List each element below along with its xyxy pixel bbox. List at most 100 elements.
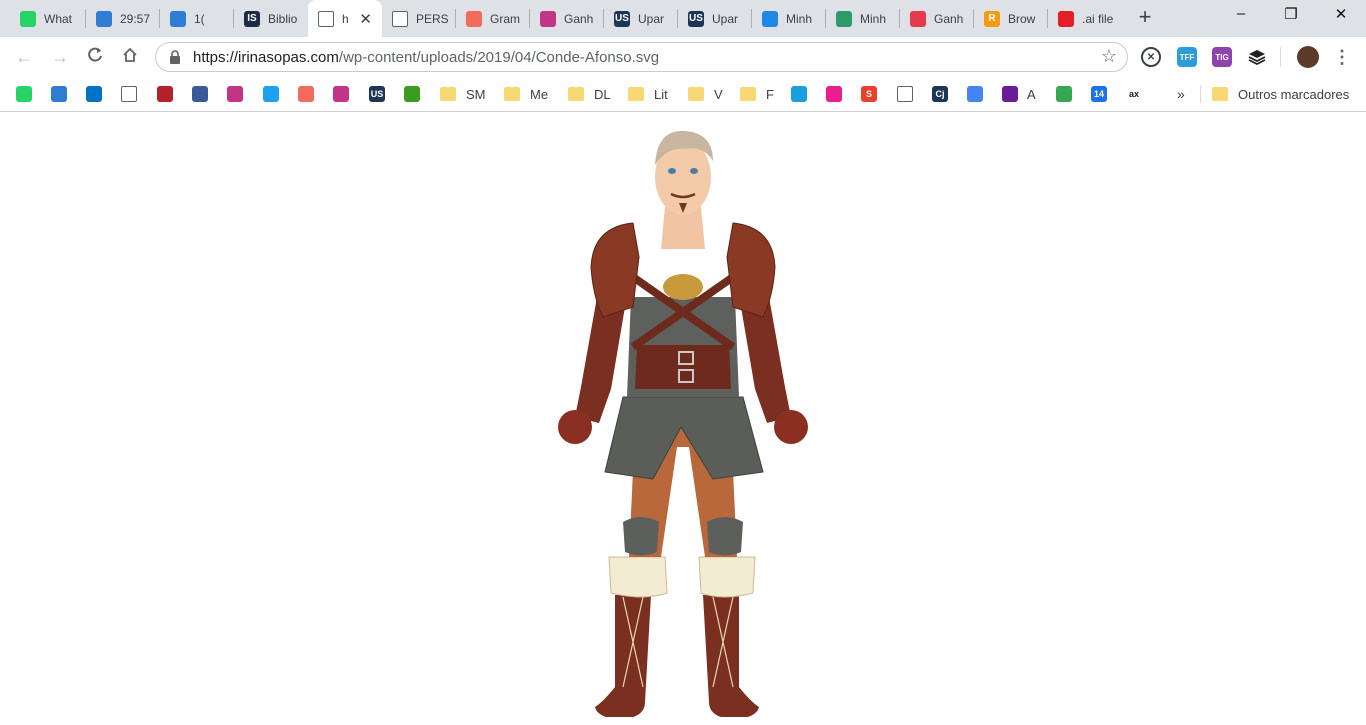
bookmark-item[interactable] [826,85,851,103]
url-path: /wp-content/uploads/2019/04/Conde-Afonso… [338,49,660,66]
bookmark-item[interactable] [227,85,252,103]
bookmark-item[interactable] [86,85,111,103]
bookmark-item[interactable] [121,85,146,103]
bookmark-item[interactable] [157,85,182,103]
bookmark-item[interactable] [263,85,288,103]
close-circle-icon[interactable]: ✕ [1141,47,1161,67]
tab-separator [85,9,86,28]
close-tab-icon[interactable]: ✕ [359,10,372,28]
cj-logo-icon: Cj [932,86,948,102]
bookmark-item[interactable]: V [688,85,723,103]
other-bookmarks-label: Outros marcadores [1238,86,1350,102]
tab-title: .ai file [1082,11,1114,26]
tab-7[interactable]: Gram [456,0,530,37]
tab-3[interactable]: 1( [160,0,234,37]
tab-4[interactable]: IS Biblio [234,0,308,37]
home-button[interactable] [119,46,141,68]
other-bookmarks-folder[interactable]: Outros marcadores [1212,85,1349,103]
tab-title: 1( [194,11,205,26]
bookmark-item[interactable]: SM [440,85,486,103]
tab-15[interactable]: .ai file [1048,0,1122,37]
bookmarks-overflow-button[interactable]: » [1177,85,1185,103]
bookmark-item[interactable]: Cj [932,85,957,103]
forward-button[interactable]: → [49,46,71,68]
tig-extension-icon[interactable]: TIG [1212,47,1232,67]
tab-12[interactable]: Minh [826,0,900,37]
bookmark-item[interactable] [298,85,323,103]
tab-9[interactable]: US Upar [604,0,678,37]
bookmark-item[interactable]: DL [568,85,611,103]
bookmark-label: F [766,86,774,102]
folder-icon [568,87,584,101]
reload-button[interactable] [84,46,106,68]
instagram-icon [762,10,778,27]
bookmark-label: Lit [654,86,668,102]
bookmark-item[interactable]: US [369,85,394,103]
tab-5[interactable]: h ✕ [308,0,382,37]
menu-button[interactable]: ⋮ [1331,46,1353,68]
bookmark-item[interactable] [333,85,358,103]
translate-x-icon [791,86,807,102]
tab-title: PERS [416,11,449,26]
bookmark-item[interactable]: ax [1126,85,1151,103]
bookmark-item[interactable]: Me [504,85,548,103]
tab-6[interactable]: PERS [382,0,456,37]
url-host: https://irinasopas.com [193,49,339,66]
bookmark-item[interactable] [1056,85,1081,103]
bookmark-item[interactable]: A [1002,85,1036,103]
brazil-flag-icon [404,86,420,102]
tab-separator [233,9,234,28]
bookmark-item[interactable] [192,85,217,103]
tab-title: Upar [712,11,739,26]
url-text: https://irinasopas.com/wp-content/upload… [193,49,659,66]
check-icon [51,86,67,102]
us-logo-icon: US [614,10,630,27]
tab-separator [677,9,678,28]
r-logo-icon: R [984,10,1000,27]
bookmark-label: A [1027,86,1036,102]
tab-14[interactable]: R Brow [974,0,1048,37]
minimize-button[interactable]: – [1226,5,1256,29]
ax-logo-icon: ax [1126,86,1142,102]
pink-logo-icon [826,86,842,102]
tab-11[interactable]: Minh [752,0,826,37]
tff-extension-icon[interactable]: TFF [1177,47,1197,67]
new-tab-button[interactable]: + [1134,6,1156,29]
tab-13[interactable]: Ganh [900,0,974,37]
bookmark-item[interactable]: Lit [628,85,668,103]
tab-8[interactable]: Ganh [530,0,604,37]
facebook-icon [192,86,208,102]
bookmark-item[interactable] [967,85,992,103]
address-bar[interactable]: https://irinasopas.com/wp-content/upload… [155,42,1128,72]
grammarly-icon [466,10,482,27]
tab-1[interactable]: What [10,0,84,37]
bookmark-item[interactable] [404,85,429,103]
bookmark-item[interactable]: S [861,85,886,103]
tab-separator [529,9,530,28]
restore-button[interactable]: ❐ [1276,5,1306,29]
bookmark-item[interactable] [16,85,41,103]
bookmark-item[interactable] [791,85,816,103]
tab-strip: + – ❐ ✕ What 29:57 1(IS Biblio h ✕ PERS Gram Gan… [0,0,1366,37]
bookmark-item[interactable] [897,85,922,103]
is-logo-icon: IS [244,10,260,27]
bookmark-item[interactable] [51,85,76,103]
tab-separator [159,9,160,28]
layers-icon[interactable] [1247,47,1267,67]
tab-separator [751,9,752,28]
tab-separator [603,9,604,28]
bookmark-item[interactable]: F [740,85,774,103]
toolbar: ← → https://irinasopas.com/wp-content/up… [0,37,1366,77]
tab-2[interactable]: 29:57 [86,0,160,37]
tab-title: Minh [860,11,887,26]
tab-separator [825,9,826,28]
browser-chrome: + – ❐ ✕ What 29:57 1(IS Biblio h ✕ PERS Gram Gan… [0,0,1366,113]
avatar[interactable] [1297,46,1319,68]
back-button[interactable]: ← [13,46,35,68]
instagram-icon [333,86,349,102]
tab-10[interactable]: US Upar [678,0,752,37]
home-icon [123,47,137,62]
bookmark-star-icon[interactable]: ☆ [1101,46,1117,67]
close-window-button[interactable]: ✕ [1326,5,1356,29]
bookmark-item[interactable]: 14 [1091,85,1116,103]
